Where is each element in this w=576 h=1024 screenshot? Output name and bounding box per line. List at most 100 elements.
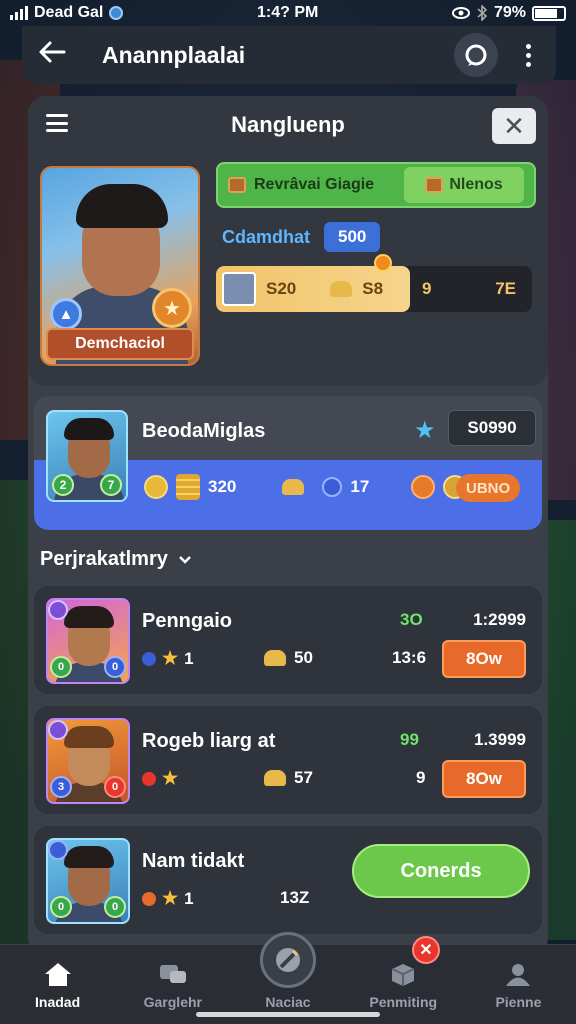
- nav-label: Penmiting: [369, 993, 438, 1010]
- rank-badge: 0: [104, 776, 126, 798]
- star-icon: ★: [162, 768, 179, 788]
- reward-bar[interactable]: Revrâvai Giagie Nlenos: [216, 162, 536, 208]
- panel-title: Nangluenp: [231, 112, 345, 137]
- location-icon: [109, 6, 124, 20]
- nav-label: Naciac: [265, 993, 311, 1010]
- tools-icon: [276, 948, 300, 972]
- player-stars: 1: [184, 648, 194, 668]
- nav-home[interactable]: Inadad: [0, 945, 115, 1024]
- player-score: 99: [400, 730, 419, 749]
- orb-icon: [411, 475, 436, 499]
- featured-stats: 320 17: [144, 474, 468, 500]
- status-bar: Dead Gal 1:4? PM 79%: [0, 0, 576, 26]
- list-item[interactable]: 0 0 Nam tidakt ★ 1 13Z Conerds: [34, 826, 542, 934]
- chevron-down-icon: [179, 555, 191, 564]
- hero-card[interactable]: ▲ ★ Demchaciol: [40, 166, 200, 366]
- signal-icon: [10, 6, 28, 20]
- featured-coins: 320: [208, 477, 237, 496]
- player-coins: 50: [294, 648, 313, 667]
- more-options-icon[interactable]: [516, 43, 540, 67]
- featured-badge[interactable]: UBNO: [456, 474, 521, 502]
- player-extra: 13:6: [392, 648, 427, 667]
- buy-button[interactable]: 8Ow: [442, 760, 526, 798]
- star-icon[interactable]: ★: [414, 416, 436, 445]
- player-name: Rogeb liarg at: [142, 730, 276, 752]
- player-meta: ★ 1: [142, 648, 194, 669]
- star-icon: ★: [162, 648, 179, 668]
- list-item[interactable]: 0 0 Penngaio ★ 1 50 3O 1:2999 13:6 8Ow: [34, 586, 542, 694]
- reward-label: Revrâvai Giagie: [254, 176, 375, 193]
- avatar: [222, 272, 256, 306]
- gem-icon: [322, 477, 343, 497]
- level-badge: 3: [50, 776, 72, 798]
- player-avatar: 0 0: [46, 838, 130, 924]
- player-name: Penngaio: [142, 610, 233, 632]
- reward-sub-label: Nlenos: [449, 176, 503, 193]
- rank-badge: 7: [100, 474, 122, 496]
- gem-icon: [142, 771, 156, 786]
- featured-price[interactable]: S0990: [448, 410, 536, 446]
- player-stars: 1: [184, 888, 194, 908]
- chat-bubble-icon: [465, 44, 487, 66]
- connect-button[interactable]: Conerds: [352, 844, 530, 898]
- player-coins-group: 57: [264, 768, 313, 788]
- stat-label: Cdamdhat: [222, 226, 311, 247]
- close-button[interactable]: ✕: [492, 108, 536, 144]
- featured-gems: 17: [350, 477, 370, 496]
- tools-button[interactable]: [260, 932, 316, 988]
- treasure-icon: [264, 650, 286, 666]
- bluetooth-icon: [477, 5, 488, 21]
- nav-profile[interactable]: Pienne: [461, 945, 576, 1024]
- player-price: 1:2999: [473, 610, 526, 629]
- coin-stack-icon: [176, 474, 200, 500]
- featured-player-card[interactable]: 2 7 BeodaMiglas ★ S0990 320 17 UBNO: [34, 396, 542, 530]
- hero-name: Demchaciol: [46, 328, 194, 360]
- chest-icon: [425, 177, 444, 193]
- nav-label: Garglehr: [143, 993, 202, 1010]
- nav-label: Inadad: [35, 993, 81, 1010]
- level-icon: ▲: [50, 298, 82, 330]
- player-meta: ★ 1: [142, 888, 194, 909]
- gem-icon: [142, 651, 156, 666]
- treasure-icon: [282, 479, 305, 495]
- level-badge: 0: [50, 656, 72, 678]
- close-icon: ✕: [503, 110, 525, 141]
- carrier-label: Dead Gal: [34, 4, 104, 21]
- buy-button[interactable]: 8Ow: [442, 640, 526, 678]
- list-item[interactable]: 3 0 Rogeb liarg at ★ 57 99 1.3999 9 8Ow: [34, 706, 542, 814]
- coin-value-4: 7E: [495, 279, 516, 298]
- featured-avatar: 2 7: [46, 410, 128, 502]
- home-indicator: [196, 1012, 380, 1017]
- stat-value: 500: [324, 222, 381, 252]
- panel-header: Nangluenp ✕ ▲ ★ Demchaciol Revrâvai Giag…: [28, 96, 548, 386]
- back-arrow-icon[interactable]: [38, 38, 78, 72]
- player-meta: ★: [142, 768, 184, 789]
- rank-badge: 0: [104, 656, 126, 678]
- chat-button[interactable]: [454, 33, 498, 77]
- section-title: Perjrakatlmry: [40, 548, 168, 570]
- coin-value-1: S20: [266, 279, 297, 298]
- player-extra: 13Z: [280, 888, 310, 907]
- main-panel: Nangluenp ✕ ▲ ★ Demchaciol Revrâvai Giag…: [28, 96, 548, 956]
- box-icon: [388, 960, 418, 988]
- gem-icon: [142, 891, 156, 906]
- player-avatar: 3 0: [46, 718, 130, 804]
- reward-sub-button[interactable]: Nlenos: [404, 167, 524, 203]
- app-bar: Anannplaalai: [22, 26, 556, 84]
- notification-close-icon[interactable]: ✕: [412, 936, 440, 964]
- section-header[interactable]: Perjrakatlmry: [40, 548, 192, 571]
- featured-name: BeodaMiglas: [142, 420, 266, 442]
- treasure-icon: [330, 281, 353, 297]
- medal-icon: ★: [152, 288, 192, 328]
- stat-line: Cdamdhat 500: [222, 222, 381, 252]
- progress-marker-icon: [374, 254, 392, 272]
- player-name: Nam tidakt: [142, 850, 245, 872]
- chest-icon: [228, 177, 246, 193]
- nav-label: Pienne: [495, 993, 542, 1010]
- chat-icon: [158, 960, 188, 988]
- app-title: Anannplaalai: [102, 41, 246, 68]
- player-extra: 9: [416, 768, 426, 787]
- player-coins: 57: [294, 768, 313, 787]
- coin-value-3: 9: [422, 279, 432, 298]
- treasure-icon: [264, 770, 286, 786]
